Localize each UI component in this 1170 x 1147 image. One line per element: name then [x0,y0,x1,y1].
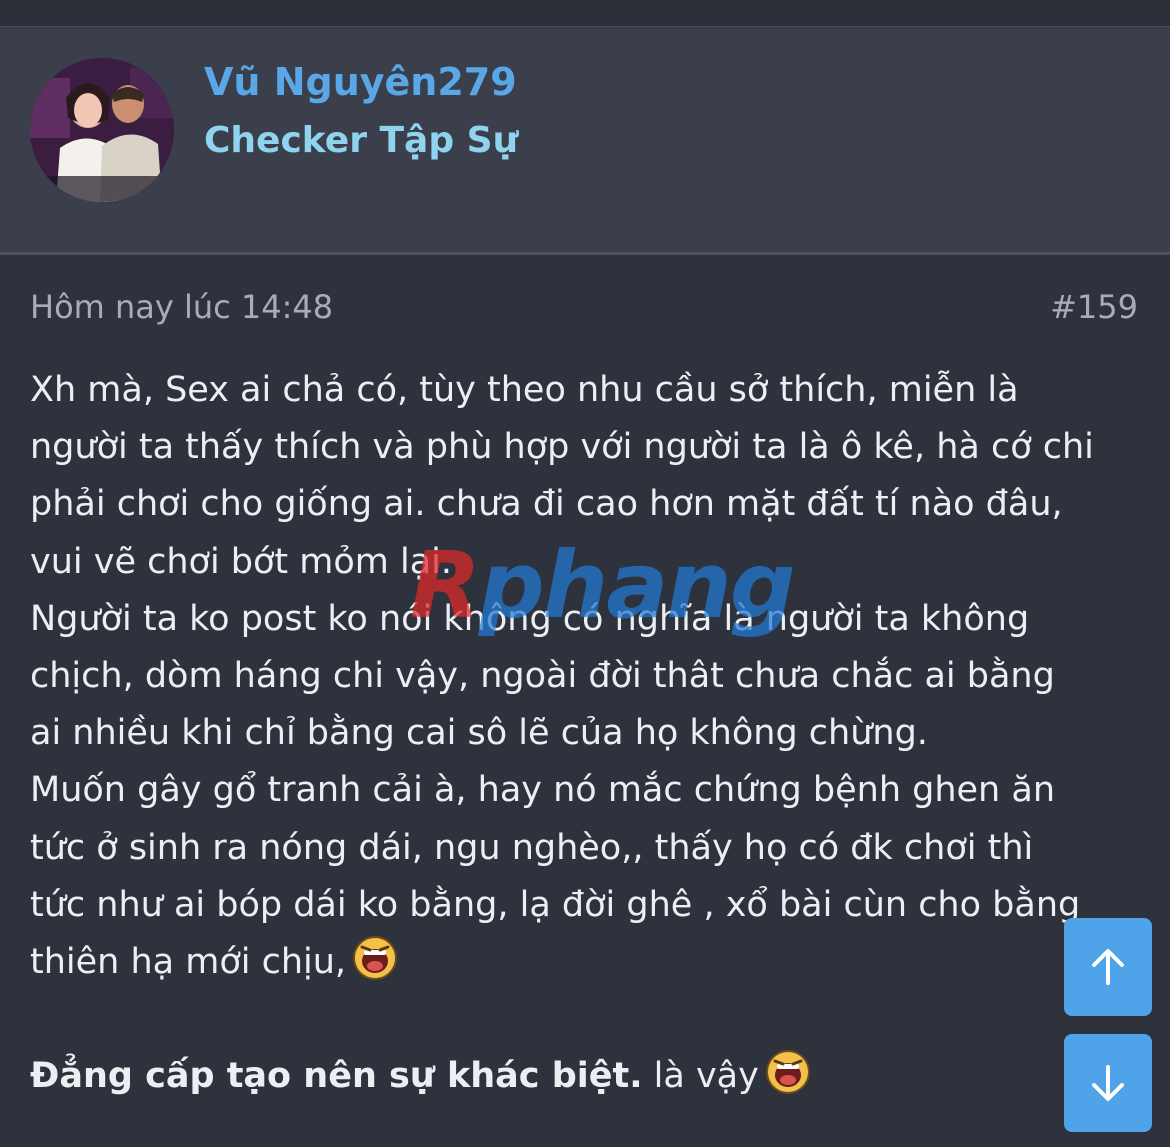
scroll-up-button[interactable] [1064,918,1152,1016]
post-line: tức như ai bóp dái ko bằng, lạ đời ghê ,… [30,884,1081,925]
header-divider [0,252,1170,255]
user-title: Checker Tập Sự [204,120,519,161]
post-line: ai nhiều khi chỉ bằng cai sô lẽ của họ k… [30,713,928,754]
user-avatar[interactable] [30,58,174,202]
laughing-emoji-icon [352,935,398,981]
post-timestamp[interactable]: Hôm nay lúc 14:48 [30,288,333,326]
user-header [0,26,1170,253]
post-line: Muốn gây gổ tranh cải à, hay nó mắc chứn… [30,770,1055,811]
post-gap [30,991,1140,1048]
scroll-down-button[interactable] [1064,1034,1152,1132]
post-line: Người ta ko post ko nói không có nghĩa l… [30,598,1030,639]
post-signature: Đẳng cấp tạo nên sự khác biệt. là vậy [30,1048,1140,1105]
post-number[interactable]: #159 [1050,288,1138,326]
post-line: phải chơi cho giống ai. chưa đi cao hơn … [30,484,1063,525]
username[interactable]: Vũ Nguyên279 [204,60,517,104]
post-line-last: thiên hạ mới chịu, [30,934,1140,991]
signature-rest: là vậy [642,1056,759,1097]
arrow-down-icon [1092,1065,1124,1101]
arrow-up-icon [1092,949,1124,985]
signature-bold: Đẳng cấp tạo nên sự khác biệt. [30,1056,643,1097]
laughing-emoji-icon [765,1049,811,1095]
post-body: Xh mà, Sex ai chả có, tùy theo nhu cầu s… [30,362,1140,1105]
post-line: người ta thấy thích và phù hợp với người… [30,427,1094,468]
post-line-text: thiên hạ mới chịu, [30,941,347,982]
post-line: vui vẽ chơi bớt mỏm lại. [30,541,453,582]
top-strip [0,0,1170,26]
post-line: tức ở sinh ra nóng dái, ngu nghèo,, thấy… [30,827,1034,868]
post-line: chịch, dòm háng chi vậy, ngoài đời thât … [30,655,1055,696]
post-line: Xh mà, Sex ai chả có, tùy theo nhu cầu s… [30,370,1019,410]
